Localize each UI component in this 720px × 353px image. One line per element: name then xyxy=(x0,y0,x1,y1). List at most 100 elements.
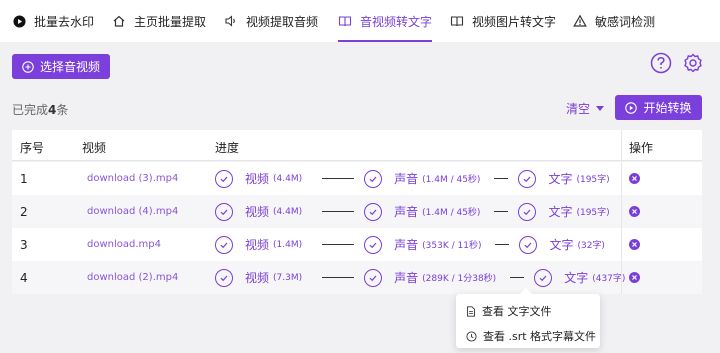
video-filename-link[interactable]: download (2).mp4 xyxy=(87,261,178,294)
progress-connector xyxy=(495,244,510,245)
completed-count: 已完成4条 xyxy=(12,101,68,118)
delete-icon[interactable] xyxy=(629,173,640,184)
video-stage: 视频 (4.4M) xyxy=(215,202,303,221)
progress-track: 视频 (4.4M) 声音 (1.4M / 45秒) 文字 (195字) xyxy=(215,195,610,228)
text-stage[interactable]: 文字 (195字) xyxy=(518,202,610,221)
completed-prefix: 已完成 xyxy=(12,103,49,117)
progress-connector xyxy=(322,277,355,278)
clear-dropdown[interactable]: 清空 xyxy=(566,100,605,117)
tab-sensitive-word[interactable]: 敏感词检测 xyxy=(573,0,655,42)
check-circle-icon xyxy=(215,268,233,287)
help-circle-icon[interactable] xyxy=(650,52,672,74)
text-stage-label: 文字 xyxy=(564,271,589,285)
video-stage-label: 视频 xyxy=(245,205,270,219)
header-index: 序号 xyxy=(20,141,45,155)
video-filename-link[interactable]: download (4).mp4 xyxy=(87,195,178,228)
check-circle-icon xyxy=(215,235,233,254)
tab-av-to-text[interactable]: 音视频转文字 xyxy=(338,0,433,42)
delete-icon[interactable] xyxy=(629,239,640,250)
video-filename-link[interactable]: download.mp4 xyxy=(87,228,161,261)
check-circle-icon xyxy=(364,202,383,221)
table-row: 4 download (2).mp4 视频 (7.3M) 声音 (289K / … xyxy=(12,261,702,294)
video-stage-meta: (4.4M) xyxy=(273,206,303,217)
audio-stage: 声音 (1.4M / 45秒) xyxy=(364,202,481,221)
tab-label: 主页批量提取 xyxy=(134,14,207,29)
progress-track: 视频 (7.3M) 声音 (289K / 1分38秒) 文字 (437字) xyxy=(215,261,625,294)
plus-circle-icon xyxy=(22,60,34,73)
check-circle-icon xyxy=(534,268,553,287)
tab-batch-watermark[interactable]: 批量去水印 xyxy=(12,0,94,42)
audio-stage-meta: (1.4M / 45秒) xyxy=(422,208,481,218)
completed-suffix: 条 xyxy=(56,103,69,117)
file-icon xyxy=(466,305,476,317)
video-stage-label: 视频 xyxy=(245,172,270,186)
text-stage-label: 文字 xyxy=(548,205,573,219)
text-stage[interactable]: 文字 (32字) xyxy=(519,235,605,254)
tab-video-audio-extract[interactable]: 视频提取音频 xyxy=(224,0,318,42)
tab-homepage-batch[interactable]: 主页批量提取 xyxy=(112,0,206,42)
audio-stage: 声音 (289K / 1分38秒) xyxy=(364,268,496,287)
text-stage[interactable]: 文字 (437字) xyxy=(534,268,625,287)
gear-icon[interactable] xyxy=(682,52,704,74)
tab-label: 视频图片转文字 xyxy=(472,14,557,29)
start-convert-label: 开始转换 xyxy=(643,101,692,115)
check-circle-icon xyxy=(215,202,233,221)
check-circle-icon xyxy=(364,235,383,254)
view-text-file-label: 查看 文字文件 xyxy=(482,305,552,318)
row-index: 1 xyxy=(20,171,28,186)
conversion-table: 序号 视频 进度 操作 1 download (3).mp4 视频 (4.4M)… xyxy=(12,130,702,294)
chevron-down-icon xyxy=(596,106,605,111)
view-srt-file-item[interactable]: 查看 .srt 格式字幕文件 xyxy=(466,328,596,344)
audio-stage-label: 声音 xyxy=(394,238,419,252)
book-open-icon xyxy=(450,14,464,28)
header-action: 操作 xyxy=(629,141,654,155)
column-divider xyxy=(621,195,622,228)
audio-stage-meta: (1.4M / 45秒) xyxy=(422,175,481,185)
video-stage: 视频 (1.4M) xyxy=(215,235,302,254)
tab-label: 批量去水印 xyxy=(34,14,95,29)
column-divider xyxy=(621,261,622,294)
text-file-popup-menu: 查看 文字文件 查看 .srt 格式字幕文件 xyxy=(456,288,600,348)
warning-icon xyxy=(573,14,587,28)
clock-icon xyxy=(466,330,477,342)
text-stage-label: 文字 xyxy=(548,172,573,186)
progress-track: 视频 (1.4M) 声音 (353K / 11秒) 文字 (32字) xyxy=(215,228,605,261)
clear-label: 清空 xyxy=(566,102,591,116)
select-media-label: 选择音视频 xyxy=(39,60,100,74)
row-index: 4 xyxy=(20,270,28,285)
text-stage-meta: (195字) xyxy=(576,208,610,218)
check-circle-icon xyxy=(519,235,538,254)
tab-video-image-to-text[interactable]: 视频图片转文字 xyxy=(450,0,556,42)
check-circle-icon xyxy=(364,268,383,287)
column-divider xyxy=(621,162,622,195)
view-text-file-item[interactable]: 查看 文字文件 xyxy=(466,303,552,319)
column-divider xyxy=(621,228,622,261)
video-stage-label: 视频 xyxy=(245,238,270,252)
view-srt-file-label: 查看 .srt 格式字幕文件 xyxy=(483,330,597,343)
text-stage-label: 文字 xyxy=(549,238,574,252)
row-index: 2 xyxy=(20,204,28,219)
audio-stage: 声音 (1.4M / 45秒) xyxy=(364,169,481,188)
column-divider xyxy=(621,130,622,160)
select-media-button[interactable]: 选择音视频 xyxy=(12,54,110,79)
progress-track: 视频 (4.4M) 声音 (1.4M / 45秒) 文字 (195字) xyxy=(215,162,610,195)
start-convert-button[interactable]: 开始转换 xyxy=(615,95,702,120)
header-video: 视频 xyxy=(82,141,107,155)
check-circle-icon xyxy=(215,169,233,188)
tab-label: 音视频转文字 xyxy=(360,14,433,29)
progress-connector xyxy=(322,211,355,212)
video-stage: 视频 (4.4M) xyxy=(215,169,302,188)
delete-icon[interactable] xyxy=(629,272,640,283)
delete-icon[interactable] xyxy=(629,206,640,217)
progress-connector xyxy=(510,277,525,278)
audio-stage-label: 声音 xyxy=(394,271,419,285)
header-progress: 进度 xyxy=(215,141,240,155)
audio-stage-meta: (353K / 11秒) xyxy=(422,241,482,251)
table-row: 1 download (3).mp4 视频 (4.4M) 声音 (1.4M / … xyxy=(12,162,702,195)
check-circle-icon xyxy=(518,169,537,188)
video-filename-link[interactable]: download (3).mp4 xyxy=(87,162,178,195)
audio-stage-label: 声音 xyxy=(394,205,419,219)
top-nav: 批量去水印 主页批量提取 视频提取音频 音视频转文字 视频图片转文字 敏感词检测 xyxy=(0,0,720,42)
play-circle-icon xyxy=(12,14,26,28)
text-stage[interactable]: 文字 (195字) xyxy=(518,169,610,188)
